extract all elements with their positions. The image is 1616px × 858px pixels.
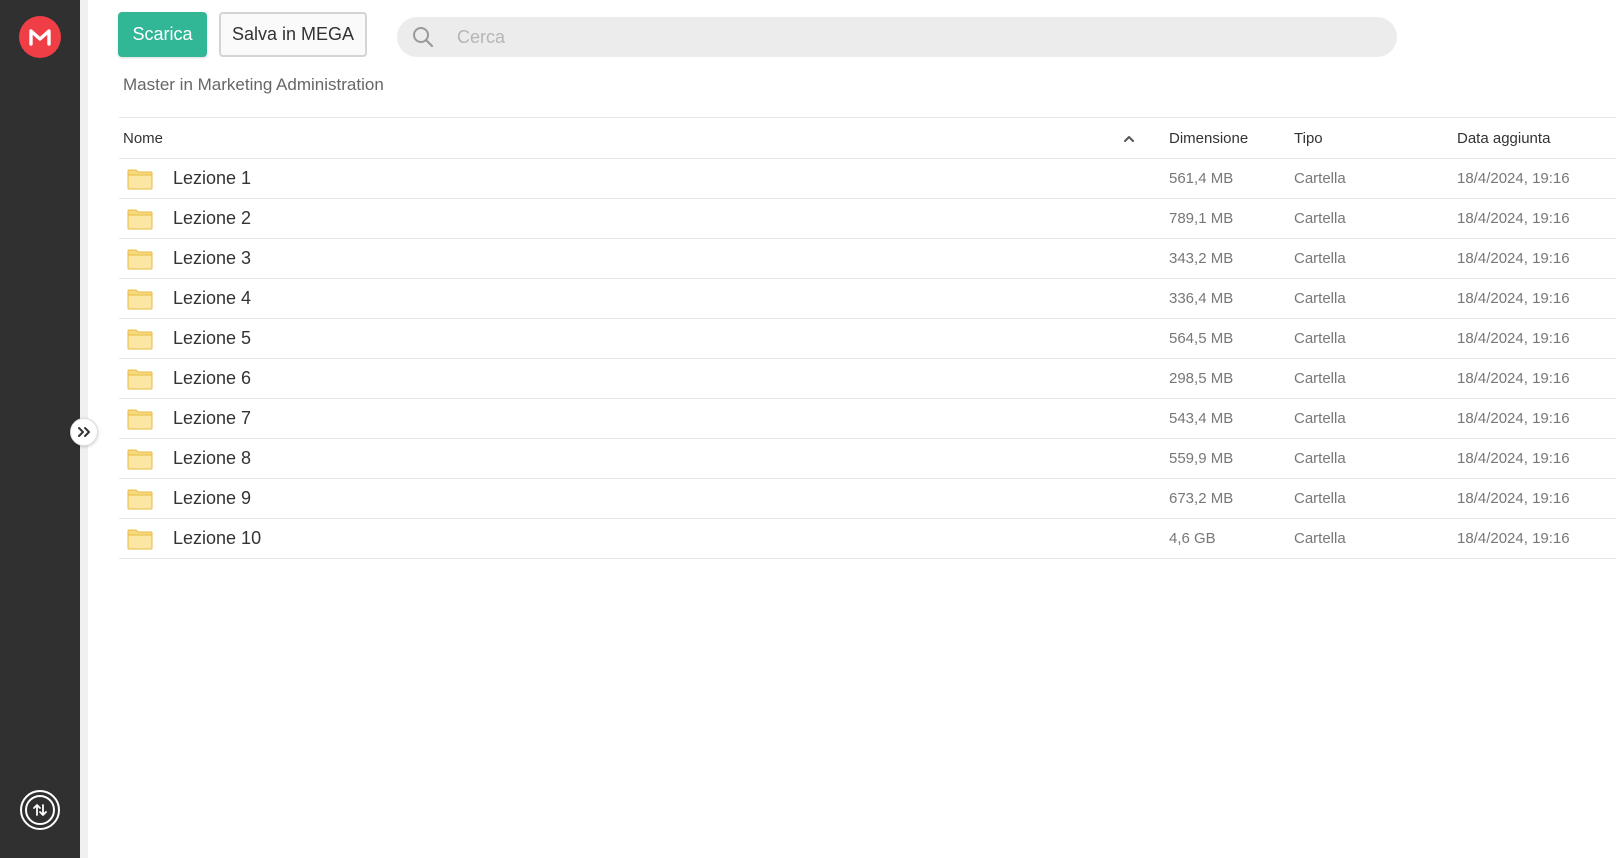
cell-name: Lezione 1 — [119, 168, 1169, 190]
search-icon — [413, 27, 434, 48]
folder-icon — [127, 489, 153, 509]
folder-icon — [127, 209, 153, 229]
row-name: Lezione 10 — [173, 528, 262, 548]
table-row[interactable]: Lezione 5 564,5 MB Cartella 18/4/2024, 1… — [119, 319, 1616, 359]
cell-size: 789,1 MB — [1169, 210, 1234, 227]
folder-icon — [127, 329, 153, 349]
table-row[interactable]: Lezione 9 673,2 MB Cartella 18/4/2024, 1… — [119, 479, 1616, 519]
cell-size: 561,4 MB — [1169, 170, 1234, 187]
column-header-name[interactable]: Nome — [119, 130, 1169, 147]
cell-size: 336,4 MB — [1169, 290, 1234, 307]
cell-date: 18/4/2024, 19:16 — [1457, 210, 1570, 227]
row-name: Lezione 3 — [173, 248, 252, 268]
transfer-manager-button[interactable] — [20, 790, 60, 830]
search-input[interactable] — [457, 26, 1357, 48]
cell-type: Cartella — [1294, 450, 1346, 467]
cell-name: Lezione 9 — [119, 488, 1169, 510]
folder-icon — [127, 169, 153, 189]
cell-name: Lezione 2 — [119, 208, 1169, 230]
table-row[interactable]: Lezione 10 4,6 GB Cartella 18/4/2024, 19… — [119, 519, 1616, 559]
row-name: Lezione 7 — [173, 408, 252, 428]
download-button[interactable]: Scarica — [118, 12, 207, 57]
cell-type: Cartella — [1294, 250, 1346, 267]
cell-date: 18/4/2024, 19:16 — [1457, 250, 1570, 267]
cell-size: 298,5 MB — [1169, 370, 1234, 387]
table-row[interactable]: Lezione 6 298,5 MB Cartella 18/4/2024, 1… — [119, 359, 1616, 399]
row-name: Lezione 5 — [173, 328, 252, 348]
folder-icon — [127, 249, 153, 269]
cell-name: Lezione 8 — [119, 448, 1169, 470]
table-row[interactable]: Lezione 2 789,1 MB Cartella 18/4/2024, 1… — [119, 199, 1616, 239]
breadcrumb: Master in Marketing Administration — [123, 75, 384, 94]
row-name: Lezione 2 — [173, 208, 252, 228]
cell-type: Cartella — [1294, 410, 1346, 427]
cell-size: 559,9 MB — [1169, 450, 1234, 467]
table-row[interactable]: Lezione 7 543,4 MB Cartella 18/4/2024, 1… — [119, 399, 1616, 439]
sort-ascending-icon[interactable] — [1122, 132, 1136, 146]
row-name: Lezione 8 — [173, 448, 252, 468]
cell-size: 564,5 MB — [1169, 330, 1234, 347]
folder-icon — [127, 449, 153, 469]
column-header-type[interactable]: Tipo — [1294, 130, 1457, 147]
cell-type: Cartella — [1294, 530, 1346, 547]
main-content: Scarica Salva in MEGA Master in Marketin… — [88, 0, 1616, 858]
row-name: Lezione 6 — [173, 368, 252, 388]
cell-name: Lezione 6 — [119, 368, 1169, 390]
cell-date: 18/4/2024, 19:16 — [1457, 490, 1570, 507]
cell-date: 18/4/2024, 19:16 — [1457, 410, 1570, 427]
row-name: Lezione 4 — [173, 288, 252, 308]
search-bar[interactable] — [397, 17, 1397, 57]
cell-type: Cartella — [1294, 330, 1346, 347]
cell-type: Cartella — [1294, 290, 1346, 307]
table-body: Lezione 1 561,4 MB Cartella 18/4/2024, 1… — [119, 159, 1616, 559]
file-table: Nome Dimensione Tipo Data aggiunta Lezio… — [119, 117, 1616, 559]
folder-icon — [127, 409, 153, 429]
cell-type: Cartella — [1294, 490, 1346, 507]
column-header-date[interactable]: Data aggiunta — [1457, 130, 1616, 147]
mega-logo-icon[interactable] — [19, 16, 61, 58]
folder-icon — [127, 529, 153, 549]
cell-type: Cartella — [1294, 170, 1346, 187]
row-name: Lezione 1 — [173, 168, 252, 188]
folder-icon — [127, 369, 153, 389]
sidebar — [0, 0, 80, 858]
cell-name: Lezione 5 — [119, 328, 1169, 350]
column-header-name-label: Nome — [123, 129, 164, 147]
cell-date: 18/4/2024, 19:16 — [1457, 330, 1570, 347]
save-to-mega-button[interactable]: Salva in MEGA — [219, 12, 367, 57]
table-row[interactable]: Lezione 4 336,4 MB Cartella 18/4/2024, 1… — [119, 279, 1616, 319]
cell-size: 343,2 MB — [1169, 250, 1234, 267]
cell-date: 18/4/2024, 19:16 — [1457, 530, 1570, 547]
cell-size: 673,2 MB — [1169, 490, 1234, 507]
table-row[interactable]: Lezione 1 561,4 MB Cartella 18/4/2024, 1… — [119, 159, 1616, 199]
cell-name: Lezione 7 — [119, 408, 1169, 430]
transfer-icon — [25, 795, 55, 825]
row-name: Lezione 9 — [173, 488, 252, 508]
cell-size: 543,4 MB — [1169, 410, 1234, 427]
table-row[interactable]: Lezione 3 343,2 MB Cartella 18/4/2024, 1… — [119, 239, 1616, 279]
table-row[interactable]: Lezione 8 559,9 MB Cartella 18/4/2024, 1… — [119, 439, 1616, 479]
cell-name: Lezione 3 — [119, 248, 1169, 270]
cell-date: 18/4/2024, 19:16 — [1457, 290, 1570, 307]
cell-type: Cartella — [1294, 210, 1346, 227]
table-header: Nome Dimensione Tipo Data aggiunta — [119, 117, 1616, 159]
cell-name: Lezione 10 — [119, 528, 1169, 550]
cell-name: Lezione 4 — [119, 288, 1169, 310]
cell-date: 18/4/2024, 19:16 — [1457, 170, 1570, 187]
column-header-size[interactable]: Dimensione — [1169, 130, 1294, 147]
cell-size: 4,6 GB — [1169, 530, 1216, 547]
cell-date: 18/4/2024, 19:16 — [1457, 370, 1570, 387]
folder-icon — [127, 289, 153, 309]
cell-date: 18/4/2024, 19:16 — [1457, 450, 1570, 467]
cell-type: Cartella — [1294, 370, 1346, 387]
